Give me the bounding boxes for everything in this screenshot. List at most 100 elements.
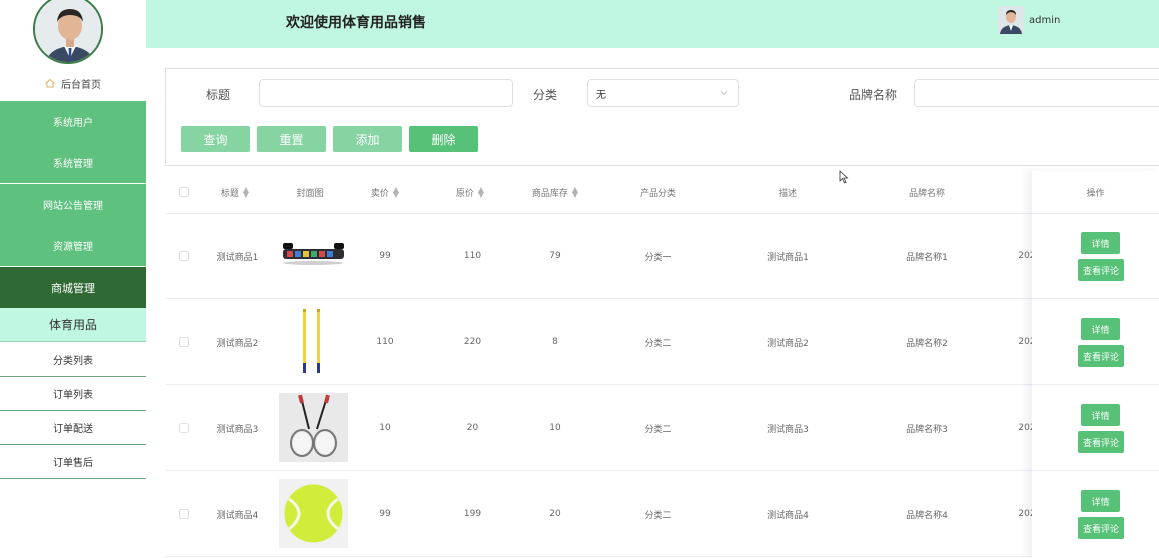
col-header-stock[interactable]: 商品库存 ▲ ▼ bbox=[515, 171, 595, 213]
title-filter-input[interactable] bbox=[259, 79, 513, 107]
row-divider bbox=[1032, 470, 1159, 471]
operations-column: 操作 详情 查看评论 详情 查看评论 详情 查看评论 详情 查看评论 bbox=[1032, 171, 1159, 558]
view-comments-button[interactable]: 查看评论 bbox=[1078, 345, 1124, 367]
submenu-item-label: 分类列表 bbox=[53, 356, 93, 367]
reset-button[interactable]: 重置 bbox=[257, 126, 326, 152]
detail-button[interactable]: 详情 bbox=[1081, 232, 1120, 254]
submenu-item-label: 订单配送 bbox=[53, 424, 93, 435]
sidebar-item-label: 网站公告管理 bbox=[43, 201, 103, 212]
cell-category: 分类二 bbox=[644, 424, 672, 435]
sidebar-item-label: 系统管理 bbox=[53, 159, 93, 170]
submenu-item-delivery[interactable]: 订单配送 bbox=[0, 411, 146, 445]
mouse-cursor-icon bbox=[839, 170, 849, 184]
sidebar-home-label: 后台首页 bbox=[61, 79, 101, 91]
select-all-checkbox[interactable] bbox=[179, 187, 189, 197]
query-button[interactable]: 查询 bbox=[181, 126, 250, 152]
detail-button[interactable]: 详情 bbox=[1081, 404, 1120, 426]
cell-stock: 10 bbox=[549, 423, 561, 433]
col-header-category-label: 产品分类 bbox=[639, 188, 676, 199]
product-image-pushup-board bbox=[279, 221, 348, 290]
cell-price: 99 bbox=[379, 251, 391, 261]
sidebar-item-shop[interactable]: 商城管理 bbox=[0, 267, 146, 308]
row-divider bbox=[165, 213, 1159, 214]
sort-icon[interactable]: ▲ ▼ bbox=[572, 186, 578, 199]
col-header-title[interactable]: 标题 ▲ ▼ bbox=[205, 171, 265, 213]
submenu-head-label: 体育用品 bbox=[48, 318, 97, 332]
cell-brand: 品牌名称1 bbox=[906, 252, 948, 263]
view-comments-button[interactable]: 查看评论 bbox=[1078, 517, 1124, 539]
col-header-price[interactable]: 卖价 ▲ ▼ bbox=[355, 171, 415, 213]
view-comments-button[interactable]: 查看评论 bbox=[1078, 259, 1124, 281]
category-select-value: 无 bbox=[596, 89, 606, 101]
home-icon bbox=[45, 78, 55, 88]
submenu-item-label: 订单售后 bbox=[53, 458, 93, 469]
cell-orig-price: 220 bbox=[463, 337, 482, 347]
col-header-brand: 品牌名称 bbox=[887, 171, 967, 213]
submenu-item-orders[interactable]: 订单列表 bbox=[0, 377, 146, 411]
brand-filter-input[interactable] bbox=[914, 79, 1159, 107]
sidebar-item-label: 商城管理 bbox=[51, 281, 95, 295]
cell-desc: 测试商品4 bbox=[767, 510, 809, 521]
sidebar-item-announcements[interactable]: 网站公告管理 bbox=[0, 184, 146, 225]
cell-title: 测试商品3 bbox=[216, 424, 259, 435]
row-divider bbox=[165, 470, 1159, 471]
sort-icon[interactable]: ▲ ▼ bbox=[243, 186, 249, 199]
col-header-orig-price[interactable]: 原价 ▲ ▼ bbox=[435, 171, 505, 213]
cell-category: 分类二 bbox=[644, 510, 672, 521]
add-button[interactable]: 添加 bbox=[333, 126, 402, 152]
sidebar-item-resources[interactable]: 资源管理 bbox=[0, 225, 146, 266]
col-header-ops: 操作 bbox=[1032, 171, 1159, 213]
cell-price: 99 bbox=[379, 509, 391, 519]
sort-icon[interactable]: ▲ ▼ bbox=[478, 186, 484, 199]
cell-desc: 测试商品1 bbox=[767, 252, 809, 263]
brand-filter-label: 品牌名称 bbox=[849, 88, 898, 102]
col-header-stock-label: 商品库存 bbox=[531, 188, 568, 199]
user-avatar[interactable] bbox=[998, 6, 1024, 34]
product-table: 标题 ▲ ▼ 封面图 卖价 ▲ ▼ 原价 ▲ ▼ 商品库存 ▲ ▼ 产品分类 描述 品牌名称 测… bbox=[165, 171, 1159, 558]
cell-stock: 20 bbox=[549, 509, 561, 519]
cell-brand: 品牌名称3 bbox=[906, 424, 948, 435]
cell-price: 10 bbox=[379, 423, 391, 433]
sidebar-item-system-users[interactable]: 系统用户 bbox=[0, 101, 146, 142]
cell-title: 测试商品1 bbox=[216, 252, 259, 263]
view-comments-button[interactable]: 查看评论 bbox=[1078, 431, 1124, 453]
cell-brand: 品牌名称4 bbox=[906, 510, 948, 521]
row-divider bbox=[1032, 298, 1159, 299]
cell-orig-price: 199 bbox=[463, 509, 482, 519]
sort-icon[interactable]: ▲ ▼ bbox=[393, 186, 399, 199]
cell-category: 分类二 bbox=[644, 338, 672, 349]
category-select[interactable]: 无 bbox=[587, 79, 739, 107]
cell-category: 分类一 bbox=[644, 252, 672, 263]
delete-button[interactable]: 删除 bbox=[409, 126, 478, 152]
row-checkbox[interactable] bbox=[179, 251, 189, 261]
sidebar-home[interactable]: 后台首页 bbox=[0, 72, 146, 94]
cell-orig-price: 110 bbox=[463, 251, 482, 261]
cell-price: 110 bbox=[376, 337, 394, 347]
col-header-desc-label: 描述 bbox=[778, 188, 797, 199]
sidebar-item-label: 系统用户 bbox=[53, 118, 93, 129]
col-header-cover-label: 封面图 bbox=[296, 188, 324, 199]
detail-button[interactable]: 详情 bbox=[1081, 490, 1120, 512]
cell-desc: 测试商品2 bbox=[767, 338, 809, 349]
submenu-item-after-sales[interactable]: 订单售后 bbox=[0, 445, 146, 479]
row-checkbox[interactable] bbox=[179, 337, 189, 347]
col-header-category: 产品分类 bbox=[618, 171, 698, 213]
sidebar: 后台首页 系统用户 系统管理 网站公告管理 资源管理 商城管理 体育用品 分类列… bbox=[0, 0, 146, 558]
col-header-desc: 描述 bbox=[748, 171, 828, 213]
search-panel: 标题 分类 无 品牌名称 查询 重置 添加 删除 bbox=[165, 68, 1159, 166]
username[interactable]: admin bbox=[1029, 15, 1060, 26]
detail-button[interactable]: 详情 bbox=[1081, 318, 1120, 340]
submenu-sports-goods[interactable]: 体育用品 bbox=[0, 308, 146, 342]
cell-brand: 品牌名称2 bbox=[906, 338, 948, 349]
cell-stock: 8 bbox=[552, 337, 558, 347]
row-checkbox[interactable] bbox=[179, 509, 189, 519]
row-divider bbox=[1032, 384, 1159, 385]
submenu-item-categories[interactable]: 分类列表 bbox=[0, 343, 146, 377]
submenu-item-label: 订单列表 bbox=[53, 390, 93, 401]
product-image-sticks bbox=[279, 307, 348, 376]
row-divider bbox=[165, 298, 1159, 299]
cell-orig-price: 20 bbox=[466, 423, 479, 433]
category-filter-label: 分类 bbox=[533, 88, 558, 102]
sidebar-item-system-manage[interactable]: 系统管理 bbox=[0, 142, 146, 183]
row-checkbox[interactable] bbox=[179, 423, 189, 433]
